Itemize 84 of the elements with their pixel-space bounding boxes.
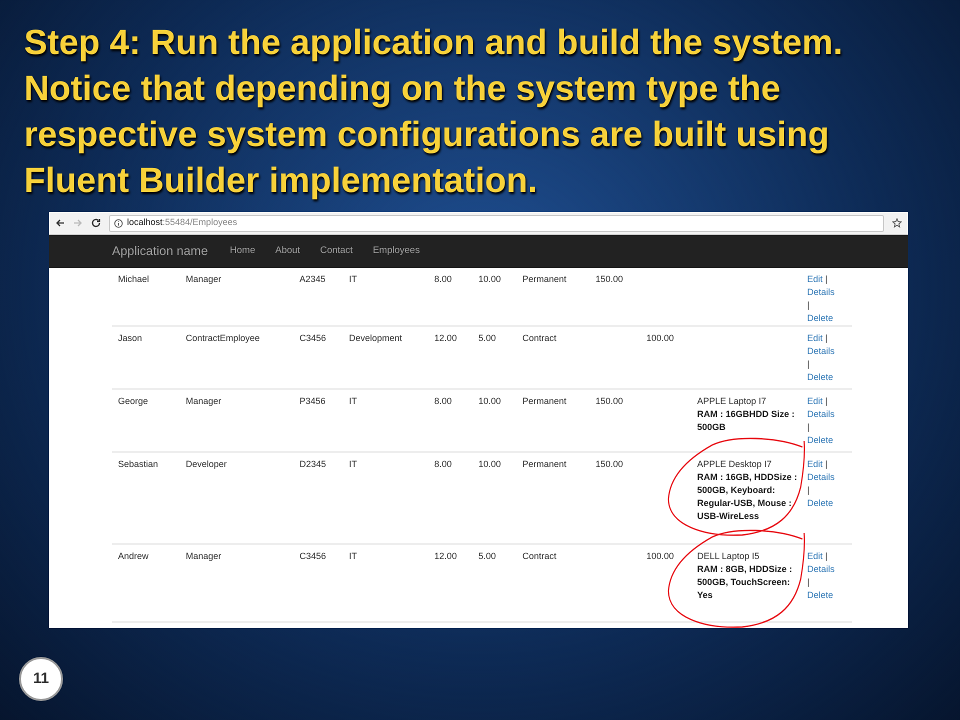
table-cell: C3456: [300, 551, 326, 561]
table-cell: 5.00: [478, 333, 496, 343]
action-link[interactable]: Details: [807, 409, 835, 419]
star-icon[interactable]: [892, 218, 902, 228]
table-cell: Manager: [186, 396, 222, 406]
nav-link[interactable]: Home: [230, 244, 256, 259]
table-cell: George: [118, 396, 148, 406]
separator: |: [807, 485, 810, 495]
table-cell: Michael: [118, 274, 150, 284]
table-cell: Development: [348, 333, 402, 343]
separator: |: [825, 333, 828, 343]
separator: |: [825, 551, 828, 561]
action-link[interactable]: Details: [807, 472, 835, 482]
table-cell: 10.00: [478, 274, 501, 284]
action-link[interactable]: Delete: [807, 313, 834, 323]
nav-link[interactable]: Contact: [320, 244, 353, 259]
action-link[interactable]: Delete: [807, 372, 834, 382]
separator: |: [807, 422, 810, 432]
config-specs: RAM : 8GB, HDDSize : 500GB, TouchScreen: Yes: [697, 563, 794, 602]
separator: |: [825, 459, 828, 469]
action-link[interactable]: Edit: [807, 459, 823, 469]
table-cell: Developer: [186, 459, 227, 469]
table-cell: P3456: [300, 396, 326, 406]
table-cell: Sebastian: [118, 459, 158, 469]
table-cell: 150.00: [596, 396, 624, 406]
separator: |: [825, 396, 828, 406]
action-link[interactable]: Details: [807, 287, 835, 297]
table-cell: 150.00: [596, 274, 624, 284]
action-link[interactable]: Edit: [807, 396, 823, 406]
table-cell: 10.00: [478, 459, 501, 469]
action-link[interactable]: Edit: [807, 333, 823, 343]
action-link[interactable]: Details: [807, 564, 835, 574]
table-cell: Permanent: [522, 459, 566, 469]
table-cell: IT: [348, 551, 357, 561]
config-model: APPLE Laptop I7: [697, 395, 768, 408]
table-cell: ContractEmployee: [186, 333, 260, 343]
table-cell: C3456: [300, 333, 326, 343]
table-cell: 8.00: [434, 396, 452, 406]
action-link[interactable]: Delete: [807, 498, 834, 508]
table-cell: Contract: [522, 333, 556, 343]
action-link[interactable]: Delete: [807, 590, 834, 600]
nav-link[interactable]: Employees: [372, 244, 420, 259]
table-cell: A2345: [300, 274, 326, 284]
address-bar[interactable]: localhost:55484/Employees: [109, 214, 884, 232]
table-cell: 100.00: [646, 333, 674, 343]
table-cell: Permanent: [522, 396, 566, 406]
table-cell: 5.00: [478, 551, 496, 561]
config-specs: RAM : 16GBHDD Size : 500GB: [697, 408, 796, 434]
separator: |: [807, 300, 810, 310]
separator: |: [807, 577, 810, 587]
table-cell: 8.00: [434, 274, 452, 284]
table-cell: 8.00: [434, 459, 452, 469]
brand-link[interactable]: Application name: [112, 242, 208, 261]
reload-icon[interactable]: [91, 218, 101, 228]
config-specs: RAM : 16GB, HDDSize : 500GB, Keyboard: Regular-USB, Mouse : USB-WireLess: [697, 471, 798, 523]
nav-link[interactable]: About: [275, 244, 300, 259]
table-cell: 12.00: [434, 551, 457, 561]
action-link[interactable]: Edit: [807, 551, 823, 561]
table-cell: 100.00: [646, 551, 674, 561]
table-cell: Jason: [118, 333, 142, 343]
info-icon: [114, 218, 123, 228]
table-cell: D2345: [300, 459, 326, 469]
config-model: DELL Laptop I5: [697, 550, 760, 563]
action-link[interactable]: Delete: [807, 435, 834, 445]
table-cell: 150.00: [596, 459, 624, 469]
table-cell: IT: [348, 459, 357, 469]
action-link[interactable]: Details: [807, 346, 835, 356]
table-cell: Manager: [186, 274, 222, 284]
table-cell: Contract: [522, 551, 556, 561]
action-link[interactable]: Edit: [807, 274, 823, 284]
table-cell: 12.00: [434, 333, 457, 343]
table-cell: IT: [348, 396, 357, 406]
back-arrow-icon[interactable]: [55, 218, 65, 228]
table-cell: IT: [348, 274, 357, 284]
config-model: APPLE Desktop I7: [697, 458, 773, 471]
separator: |: [825, 274, 828, 284]
table-cell: Manager: [186, 551, 222, 561]
table-cell: Permanent: [522, 274, 566, 284]
url-text: localhost:55484/Employees: [127, 216, 238, 230]
table-cell: 10.00: [478, 396, 501, 406]
slide-title: Step 4: Run the application and build the system. Notice that depending on the system type the respective system configurations are built using Fluent Builder implementation.: [23, 22, 844, 202]
table-cell: Andrew: [118, 551, 149, 561]
slide-number: 11: [19, 657, 63, 701]
separator: |: [807, 359, 810, 369]
